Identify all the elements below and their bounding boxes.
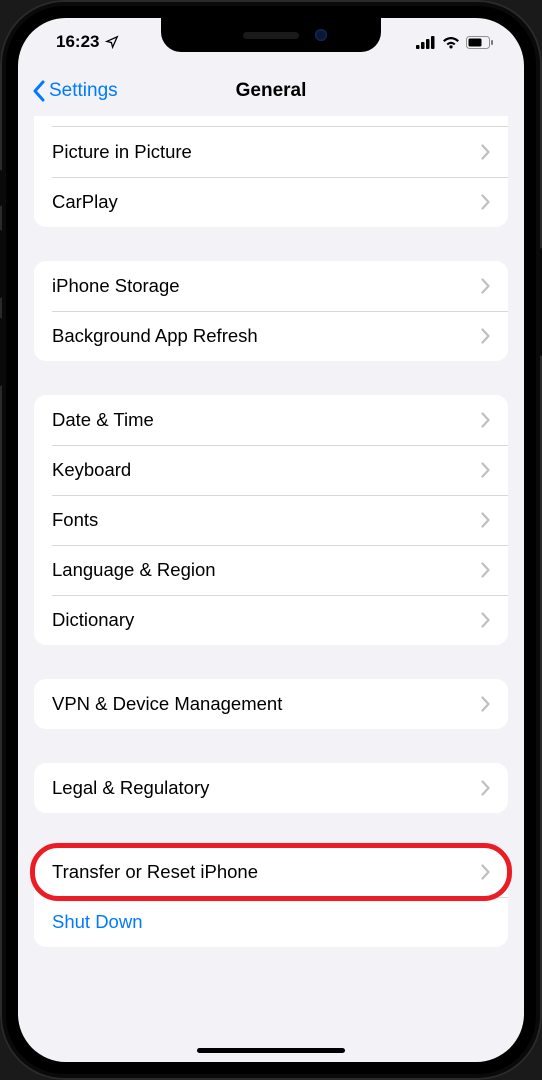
battery-icon — [466, 36, 494, 49]
row-label: Keyboard — [52, 459, 131, 481]
device-frame: 16:23 Se — [0, 0, 542, 1080]
back-button[interactable]: Settings — [18, 80, 118, 102]
settings-row-pip[interactable]: Picture in Picture — [34, 127, 508, 177]
row-label: iPhone Storage — [52, 275, 180, 297]
row-label: Legal & Regulatory — [52, 777, 209, 799]
settings-row-dict[interactable]: Dictionary — [34, 595, 508, 645]
row-label: Dictionary — [52, 609, 134, 631]
chevron-right-icon — [481, 612, 490, 628]
wifi-icon — [442, 36, 460, 49]
settings-row-fonts[interactable]: Fonts — [34, 495, 508, 545]
status-time: 16:23 — [56, 32, 99, 52]
volume-up-button — [0, 230, 2, 298]
row-label: Background App Refresh — [52, 325, 258, 347]
row-label: Shut Down — [52, 911, 143, 933]
settings-content[interactable]: Picture in Picture CarPlay iPhone Storage B… — [18, 116, 524, 1032]
chevron-right-icon — [481, 780, 490, 796]
row-label: Transfer or Reset iPhone — [52, 861, 258, 883]
settings-group: Legal & Regulatory — [34, 763, 508, 813]
settings-group: Picture in Picture CarPlay — [34, 116, 508, 227]
chevron-right-icon — [481, 278, 490, 294]
settings-group: VPN & Device Management — [34, 679, 508, 729]
row-label: Picture in Picture — [52, 141, 192, 163]
mute-switch — [0, 170, 2, 206]
partial-row — [34, 116, 508, 126]
row-label: VPN & Device Management — [52, 693, 282, 715]
chevron-right-icon — [481, 864, 490, 880]
back-label: Settings — [49, 80, 118, 102]
chevron-right-icon — [481, 328, 490, 344]
settings-row-vpn[interactable]: VPN & Device Management — [34, 679, 508, 729]
speaker-grille — [243, 32, 299, 39]
settings-row-shutdown[interactable]: Shut Down — [34, 897, 508, 947]
nav-bar: Settings General — [18, 66, 524, 116]
settings-row-lang[interactable]: Language & Region — [34, 545, 508, 595]
settings-row-keyboard[interactable]: Keyboard — [34, 445, 508, 495]
row-label: CarPlay — [52, 191, 118, 213]
chevron-right-icon — [481, 696, 490, 712]
settings-row-reset[interactable]: Transfer or Reset iPhone — [34, 847, 508, 897]
screen: 16:23 Se — [18, 18, 524, 1062]
settings-row-bgr[interactable]: Background App Refresh — [34, 311, 508, 361]
settings-group: Transfer or Reset iPhone Shut Down — [34, 847, 508, 947]
notch — [161, 18, 381, 52]
settings-row-storage[interactable]: iPhone Storage — [34, 261, 508, 311]
chevron-right-icon — [481, 412, 490, 428]
chevron-left-icon — [32, 80, 45, 102]
settings-row-carplay[interactable]: CarPlay — [34, 177, 508, 227]
chevron-right-icon — [481, 562, 490, 578]
chevron-right-icon — [481, 194, 490, 210]
row-label: Fonts — [52, 509, 98, 531]
location-arrow-icon — [105, 35, 119, 49]
settings-row-legal[interactable]: Legal & Regulatory — [34, 763, 508, 813]
row-label: Date & Time — [52, 409, 154, 431]
page-title: General — [236, 80, 307, 102]
home-indicator[interactable] — [197, 1048, 345, 1053]
settings-group: iPhone Storage Background App Refresh — [34, 261, 508, 361]
settings-row-datetime[interactable]: Date & Time — [34, 395, 508, 445]
chevron-right-icon — [481, 462, 490, 478]
chevron-right-icon — [481, 512, 490, 528]
settings-group: Date & Time Keyboard Fonts Language & Regio… — [34, 395, 508, 645]
cellular-signal-icon — [416, 36, 436, 49]
chevron-right-icon — [481, 144, 490, 160]
row-label: Language & Region — [52, 559, 216, 581]
volume-down-button — [0, 318, 2, 386]
front-camera — [315, 29, 327, 41]
